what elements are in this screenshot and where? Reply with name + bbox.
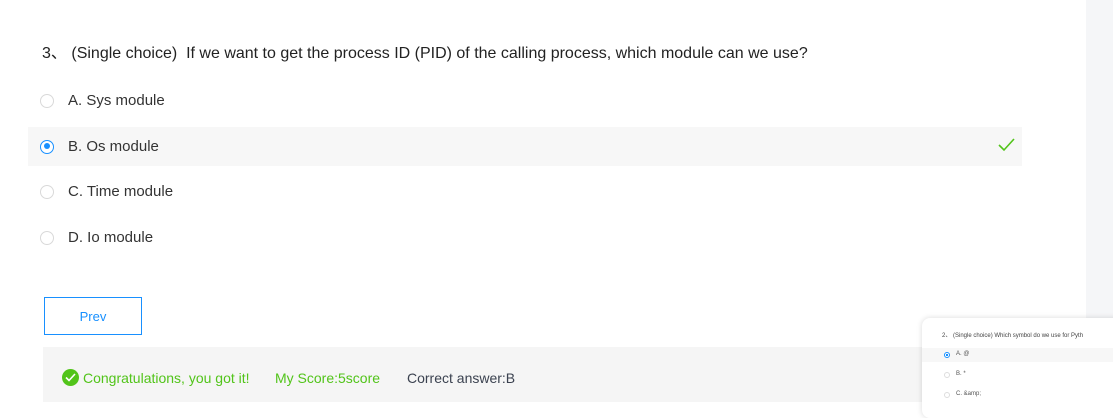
option-c[interactable]: C. Time module <box>28 172 1022 211</box>
radio-button-selected[interactable] <box>40 139 54 154</box>
score-text: My Score:5score <box>275 370 381 386</box>
radio-button-selected <box>944 352 950 358</box>
next-question-preview[interactable]: 2、 (Single choice) Which symbol do we us… <box>922 318 1113 418</box>
radio-button <box>944 392 950 398</box>
option-a[interactable]: A. Sys module <box>28 81 1022 120</box>
question-title: 3、 (Single choice) If we want to get the… <box>42 39 808 63</box>
question-type: (Single choice) <box>71 45 178 62</box>
correct-answer-text: Correct answer:B <box>407 370 516 386</box>
congrats-text: Congratulations, you got it! <box>83 369 250 386</box>
result-bar: Congratulations, you got it! My Score:5s… <box>43 347 1043 402</box>
radio-button <box>944 372 950 378</box>
question-text: If we want to get the process ID (PID) o… <box>186 45 808 62</box>
preview-question: 2、 (Single choice) Which symbol do we us… <box>942 333 1084 339</box>
preview-option-label: C. &amp; <box>956 391 982 397</box>
preview-option: C. &amp; <box>922 388 1113 402</box>
preview-option-label: B. * <box>956 371 966 377</box>
radio-button[interactable] <box>40 93 54 108</box>
preview-option: B. * <box>922 368 1113 382</box>
radio-button[interactable] <box>40 230 54 245</box>
option-label: D. Io module <box>68 229 154 246</box>
preview-option: A. @ <box>922 348 1113 362</box>
checkmark-icon <box>998 138 1015 152</box>
prev-button[interactable]: Prev <box>44 297 142 335</box>
preview-option-label: A. @ <box>956 351 970 357</box>
option-d[interactable]: D. Io module <box>28 218 1022 257</box>
option-label: C. Time module <box>68 183 174 200</box>
option-b[interactable]: B. Os module <box>28 127 1022 166</box>
radio-button[interactable] <box>40 184 54 199</box>
check-circle-icon <box>62 369 79 386</box>
option-label: B. Os module <box>68 138 159 155</box>
question-number: 3、 <box>42 45 67 62</box>
option-label: A. Sys module <box>68 92 165 109</box>
result-message: Congratulations, you got it! <box>62 369 250 386</box>
